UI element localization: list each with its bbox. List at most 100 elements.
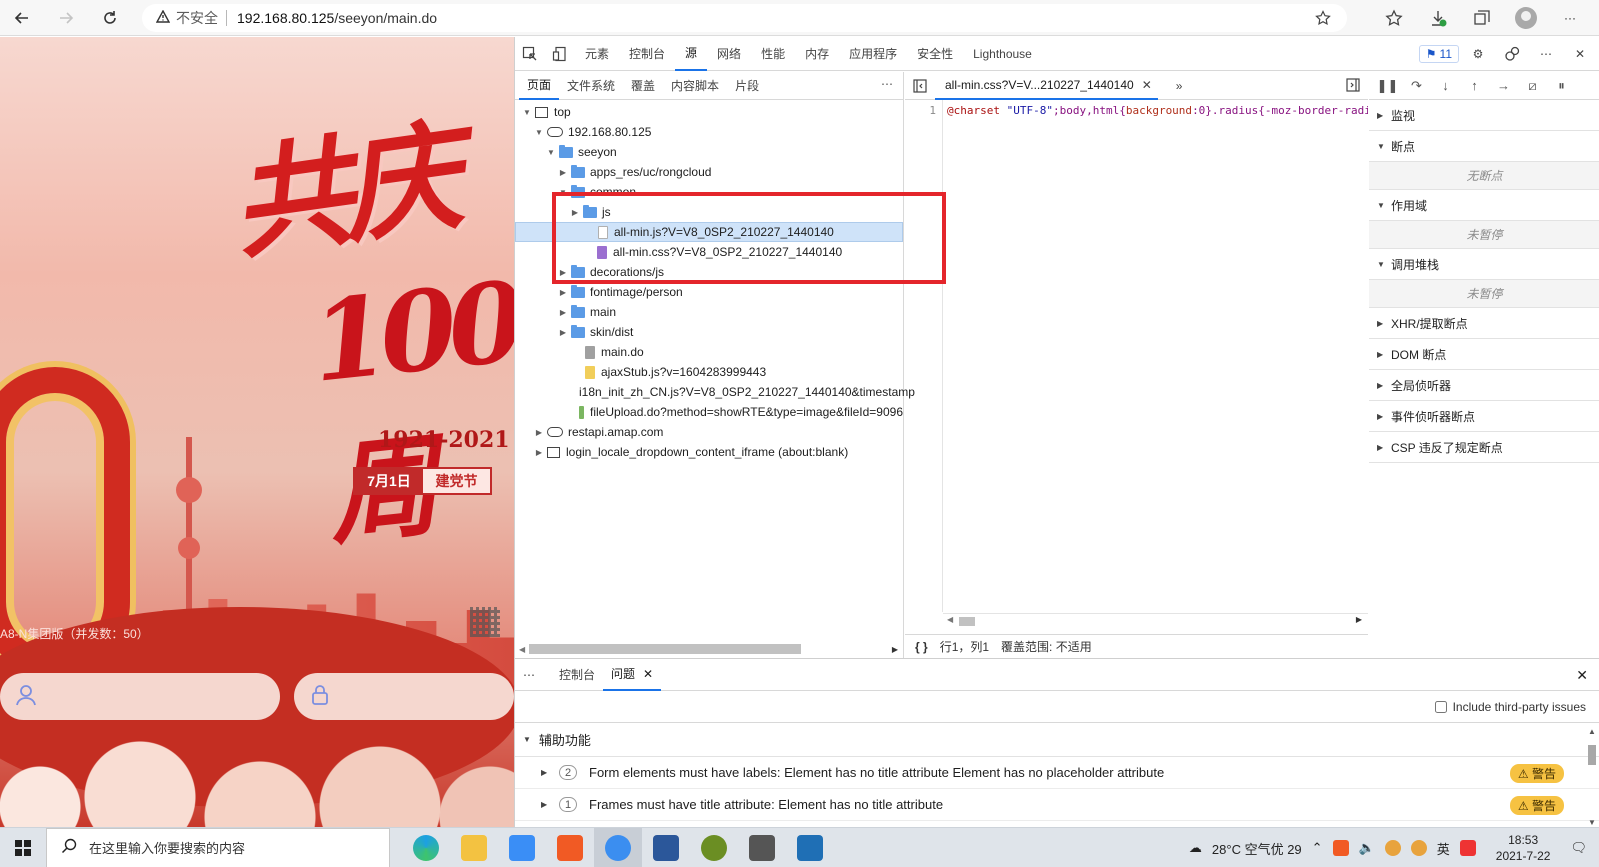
devtools-tab-console[interactable]: 控制台	[619, 37, 675, 71]
close-tab-icon[interactable]: ✕	[643, 667, 653, 681]
tree-item[interactable]: ▶ decorations/js	[515, 262, 903, 282]
devtools-tab-security[interactable]: 安全性	[907, 37, 963, 71]
devtools-close-icon[interactable]: ✕	[1565, 37, 1595, 71]
devtools-tab-performance[interactable]: 性能	[751, 37, 795, 71]
pause-on-exceptions-icon[interactable]: ⏸	[1547, 78, 1576, 94]
nav-tab-overrides[interactable]: 覆盖	[623, 72, 663, 100]
tree-item[interactable]: ▶ restapi.amap.com	[515, 422, 903, 442]
device-toolbar-icon[interactable]	[545, 37, 575, 71]
scroll-thumb[interactable]	[529, 644, 801, 654]
issue-group-accessibility[interactable]: ▼ 辅助功能	[515, 723, 1599, 757]
photos-app[interactable]	[786, 828, 834, 867]
collapsed-triangle-icon[interactable]: ▶	[557, 288, 569, 297]
scroll-up-icon[interactable]: ▲	[1588, 727, 1596, 736]
address-bar[interactable]: 不安全 192.168.80.125/seeyon/main.do	[142, 4, 1347, 32]
downloads-button[interactable]	[1419, 0, 1457, 36]
inspect-element-icon[interactable]	[515, 37, 545, 71]
browser-app[interactable]	[594, 827, 642, 867]
username-field[interactable]	[0, 673, 280, 720]
more-tabs-icon[interactable]: »	[1176, 79, 1183, 93]
expanded-triangle-icon[interactable]: ▼	[545, 148, 557, 157]
security-label[interactable]: 不安全	[176, 8, 218, 28]
tool-app[interactable]	[690, 828, 738, 867]
deactivate-breakpoints-icon[interactable]: ⧄	[1518, 78, 1547, 94]
scroll-thumb[interactable]	[959, 617, 975, 626]
tree-item[interactable]: ▶ apps_res/uc/rongcloud	[515, 162, 903, 182]
collapsed-triangle-icon[interactable]: ▶	[557, 268, 569, 277]
code-line[interactable]: @charset "UTF-8";body,html{background:0}…	[943, 100, 1368, 612]
issue-row[interactable]: ▶ 1 Frames must have title attribute: El…	[515, 789, 1599, 821]
weather-text[interactable]: 28°C 空气优 29	[1212, 839, 1302, 858]
debugger-section[interactable]: ▶ DOM 断点	[1369, 339, 1599, 370]
close-tab-icon[interactable]: ✕	[1142, 78, 1152, 92]
ime-icon[interactable]: 英	[1437, 839, 1450, 858]
navigator-scrollbar[interactable]: ◀ ▶	[515, 640, 904, 658]
editor-tab-css[interactable]: all-min.css?V=V...210227_1440140 ✕	[935, 72, 1158, 100]
drawer-tab-console[interactable]: 控制台	[551, 659, 603, 691]
expanded-triangle-icon[interactable]: ▼	[557, 188, 569, 197]
tree-item[interactable]: ▼ 192.168.80.125	[515, 122, 903, 142]
debugger-section[interactable]: ▼ 作用域	[1369, 190, 1599, 221]
tree-item[interactable]: ▶ fontimage/person	[515, 282, 903, 302]
collapsed-triangle-icon[interactable]: ▶	[557, 308, 569, 317]
screenshot-app[interactable]	[738, 828, 786, 867]
collapsed-triangle-icon[interactable]: ▶	[557, 328, 569, 337]
step-icon[interactable]: →	[1489, 78, 1518, 93]
qq-icon-2[interactable]	[1410, 840, 1427, 856]
debugger-section[interactable]: ▶ CSP 违反了规定断点	[1369, 432, 1599, 463]
debugger-section[interactable]: ▶ 全局侦听器	[1369, 370, 1599, 401]
feishu-app[interactable]	[498, 828, 546, 867]
volume-icon[interactable]: 🔈	[1359, 840, 1375, 856]
tray-chevron-icon[interactable]: ⌃	[1312, 840, 1323, 856]
scroll-down-icon[interactable]: ▼	[1588, 818, 1596, 827]
scroll-thumb[interactable]	[1588, 745, 1596, 765]
pause-icon[interactable]: ❚❚	[1373, 78, 1402, 94]
warning-triangle-icon[interactable]	[155, 9, 171, 27]
favorites-button[interactable]	[1375, 0, 1413, 36]
weather-cloud-icon[interactable]: ☁	[1189, 840, 1202, 856]
password-input[interactable]	[346, 688, 506, 705]
tree-item[interactable]: ▶ login_locale_dropdown_content_iframe (a…	[515, 442, 903, 462]
drawer-scrollbar[interactable]: ▲ ▼	[1586, 727, 1598, 827]
debugger-section[interactable]: ▶ XHR/提取断点	[1369, 308, 1599, 339]
issue-row[interactable]: ▶ 2 Form elements must have labels: Elem…	[515, 757, 1599, 789]
sogou-icon[interactable]	[1459, 840, 1476, 856]
qq-icon[interactable]	[1384, 840, 1401, 856]
step-over-icon[interactable]: ↷	[1402, 78, 1431, 94]
nav-tab-filesystem[interactable]: 文件系统	[559, 72, 623, 100]
debugger-section[interactable]: ▶ 监视	[1369, 100, 1599, 131]
toggle-debugger-icon[interactable]	[1346, 78, 1360, 95]
collapsed-triangle-icon[interactable]: ▶	[569, 208, 581, 217]
refresh-button[interactable]	[88, 0, 132, 36]
step-into-icon[interactable]: ↓	[1431, 78, 1460, 93]
navigator-more-icon[interactable]: ⋯	[881, 77, 893, 91]
clock[interactable]: 18:53 2021-7-22	[1496, 832, 1551, 864]
tree-item[interactable]: i18n_init_zh_CN.js?V=V8_0SP2_210227_1440…	[515, 382, 915, 402]
notification-icon[interactable]: 🗨	[1570, 840, 1587, 856]
tree-item[interactable]: ▶ js	[515, 202, 903, 222]
debugger-section[interactable]: ▼ 调用堆栈	[1369, 249, 1599, 280]
tree-item[interactable]: ▼ common	[515, 182, 903, 202]
tree-item[interactable]: main.do	[515, 342, 903, 362]
add-favorite-icon[interactable]	[1315, 10, 1331, 29]
back-button[interactable]	[0, 0, 44, 36]
qr-code-icon[interactable]	[470, 607, 500, 637]
edge-app[interactable]	[402, 828, 450, 867]
third-party-checkbox[interactable]	[1434, 700, 1447, 713]
tree-item[interactable]: all-min.js?V=V8_0SP2_210227_1440140	[515, 222, 903, 242]
devtools-tab-network[interactable]: 网络	[707, 37, 751, 71]
tray-app-icon[interactable]	[1332, 840, 1349, 856]
devtools-tab-elements[interactable]: 元素	[575, 37, 619, 71]
tree-item[interactable]: ajaxStub.js?v=1604283999443	[515, 362, 903, 382]
scroll-left-icon[interactable]: ◀	[519, 645, 525, 654]
forward-button[interactable]	[44, 0, 88, 36]
drawer-more-icon[interactable]: ⋯	[523, 668, 551, 682]
tree-item[interactable]: ▼ seeyon	[515, 142, 903, 162]
debugger-section[interactable]: ▶ 事件侦听器断点	[1369, 401, 1599, 432]
debugger-section[interactable]: ▼ 断点	[1369, 131, 1599, 162]
taskbar-search[interactable]: 在这里输入你要搜索的内容	[46, 827, 390, 867]
pretty-print-icon[interactable]: { }	[915, 640, 928, 654]
tree-item[interactable]: ▶ skin/dist	[515, 322, 903, 342]
devtools-tab-sources[interactable]: 源	[675, 37, 708, 71]
start-button[interactable]	[0, 839, 46, 856]
